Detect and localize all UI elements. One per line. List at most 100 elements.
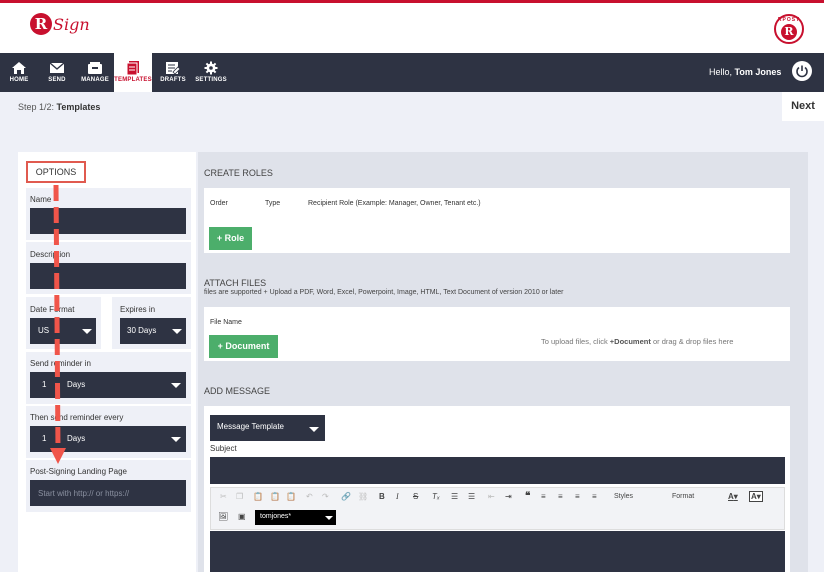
- add-document-button[interactable]: + Document: [209, 335, 278, 358]
- copy-icon[interactable]: ❐: [236, 492, 243, 501]
- date-format-label: Date Format: [30, 305, 75, 314]
- styles-dropdown[interactable]: Styles: [614, 493, 633, 500]
- seal-text: RPOST: [777, 17, 801, 23]
- chevron-down-icon: [171, 383, 181, 388]
- rsign-logo[interactable]: R Sign: [30, 13, 90, 35]
- user-name: Tom Jones: [734, 67, 782, 77]
- align-right-icon[interactable]: ≡: [575, 492, 580, 501]
- expires-value: 30 Days: [127, 326, 157, 335]
- description-input[interactable]: [30, 263, 186, 289]
- bg-color-icon: A: [751, 492, 757, 501]
- nav-send[interactable]: SEND: [38, 53, 76, 92]
- roles-col-order: Order: [210, 200, 228, 207]
- unlink-icon[interactable]: ⛓: [358, 492, 368, 501]
- roles-col-role: Recipient Role (Example: Manager, Owner,…: [308, 200, 481, 207]
- chevron-down-icon: [309, 427, 319, 432]
- step-indicator: Step 1/2: Templates: [18, 102, 100, 112]
- greeting-prefix: Hello,: [709, 67, 733, 77]
- landing-page-input[interactable]: Start with http:// or https://: [30, 480, 186, 506]
- main-navbar: HOME SEND MANAGE TEMPLATES DRAFTS SETTIN…: [0, 53, 824, 92]
- envelope-icon: [49, 62, 65, 73]
- add-role-button[interactable]: + Role: [209, 227, 252, 250]
- templates-icon: [126, 61, 139, 75]
- upload-hint-link[interactable]: +Document: [610, 337, 651, 346]
- justify-icon[interactable]: ≡: [592, 492, 597, 501]
- subject-input[interactable]: [210, 457, 785, 484]
- numbered-list-icon[interactable]: ☰: [451, 492, 458, 501]
- logo-mark: R: [30, 13, 52, 35]
- description-label: Description: [30, 250, 71, 259]
- landing-page-placeholder: Start with http:// or https://: [38, 489, 130, 498]
- power-icon: [796, 65, 808, 78]
- seal-mark: R: [781, 24, 797, 40]
- roles-card: [204, 188, 790, 253]
- add-message-title: ADD MESSAGE: [204, 386, 271, 396]
- attach-files-title: ATTACH FILES: [204, 278, 267, 288]
- then-reminder-unit: Days: [67, 434, 86, 443]
- files-col-name: File Name: [210, 319, 242, 326]
- date-format-value: US: [38, 326, 50, 335]
- then-reminder-count: 1: [42, 434, 47, 443]
- step-name: Templates: [56, 102, 101, 112]
- upload-hint-prefix: To upload files, click: [541, 337, 608, 346]
- landing-page-label: Post-Signing Landing Page: [30, 467, 127, 476]
- bulleted-list-icon[interactable]: ☰: [468, 492, 475, 501]
- nav-templates-label: TEMPLATES: [114, 77, 152, 83]
- message-editor-body[interactable]: [210, 531, 785, 572]
- files-card: [204, 307, 790, 361]
- nav-home-label: HOME: [9, 77, 29, 83]
- nav-settings[interactable]: SETTINGS: [192, 53, 230, 92]
- home-icon: [12, 62, 26, 74]
- then-reminder-label: Then send reminder every: [30, 413, 124, 422]
- italic-icon[interactable]: I: [396, 492, 399, 501]
- logout-button[interactable]: [792, 61, 812, 81]
- drafts-icon: [166, 62, 181, 75]
- name-label: Name: [30, 195, 52, 204]
- image-icon[interactable]: 🖼: [218, 512, 228, 521]
- nav-manage[interactable]: MANAGE: [76, 53, 114, 92]
- text-color-button[interactable]: A▾: [728, 492, 738, 501]
- paste-word-icon[interactable]: 📋: [286, 492, 296, 501]
- align-left-icon[interactable]: ≡: [541, 492, 546, 501]
- bold-icon[interactable]: B: [379, 492, 385, 501]
- name-input[interactable]: [30, 208, 186, 234]
- upload-hint: To upload files, click +Document or drag…: [541, 337, 733, 346]
- strikethrough-icon[interactable]: S: [413, 492, 418, 501]
- paste-icon[interactable]: 📋: [253, 492, 263, 501]
- format-dropdown[interactable]: Format: [672, 493, 694, 500]
- chevron-down-icon: [171, 437, 181, 442]
- bg-color-button[interactable]: A▾: [749, 491, 763, 502]
- nav-home[interactable]: HOME: [0, 53, 38, 92]
- outdent-icon[interactable]: ⇤: [488, 492, 495, 501]
- reminder-select[interactable]: 1 Days: [30, 372, 186, 398]
- paste-text-icon[interactable]: 📋: [270, 492, 280, 501]
- nav-drafts[interactable]: DRAFTS: [154, 53, 192, 92]
- remove-format-icon[interactable]: Tₓ: [432, 492, 440, 501]
- expires-label: Expires in: [120, 305, 156, 314]
- signature-select[interactable]: tomjones*: [255, 510, 336, 525]
- undo-icon[interactable]: ↶: [306, 492, 313, 501]
- nav-templates[interactable]: TEMPLATES: [114, 53, 152, 92]
- next-button[interactable]: Next: [782, 92, 824, 121]
- step-bar: Step 1/2: Templates: [0, 92, 824, 122]
- signature-value: tomjones*: [260, 513, 292, 520]
- indent-icon[interactable]: ⇥: [505, 492, 512, 501]
- redo-icon[interactable]: ↷: [322, 492, 329, 501]
- chevron-down-icon: [82, 329, 92, 334]
- date-format-select[interactable]: US: [30, 318, 96, 344]
- cut-icon[interactable]: ✂: [220, 492, 227, 501]
- blockquote-icon[interactable]: ❝: [525, 491, 530, 502]
- stamp-icon[interactable]: ▣: [238, 512, 246, 521]
- message-template-select[interactable]: Message Template: [210, 415, 325, 441]
- reminder-unit: Days: [67, 380, 86, 389]
- then-reminder-select[interactable]: 1 Days: [30, 426, 186, 452]
- reminder-count: 1: [42, 380, 47, 389]
- expires-select[interactable]: 30 Days: [120, 318, 186, 344]
- align-center-icon[interactable]: ≡: [558, 492, 563, 501]
- roles-col-type: Type: [265, 200, 281, 207]
- reminder-label: Send reminder in: [30, 359, 91, 368]
- user-greeting: Hello, Tom Jones: [709, 67, 781, 77]
- create-roles-title: CREATE ROLES: [204, 168, 273, 178]
- link-icon[interactable]: 🔗: [341, 492, 351, 501]
- attach-files-subtitle: files are supported + Upload a PDF, Word…: [204, 289, 564, 296]
